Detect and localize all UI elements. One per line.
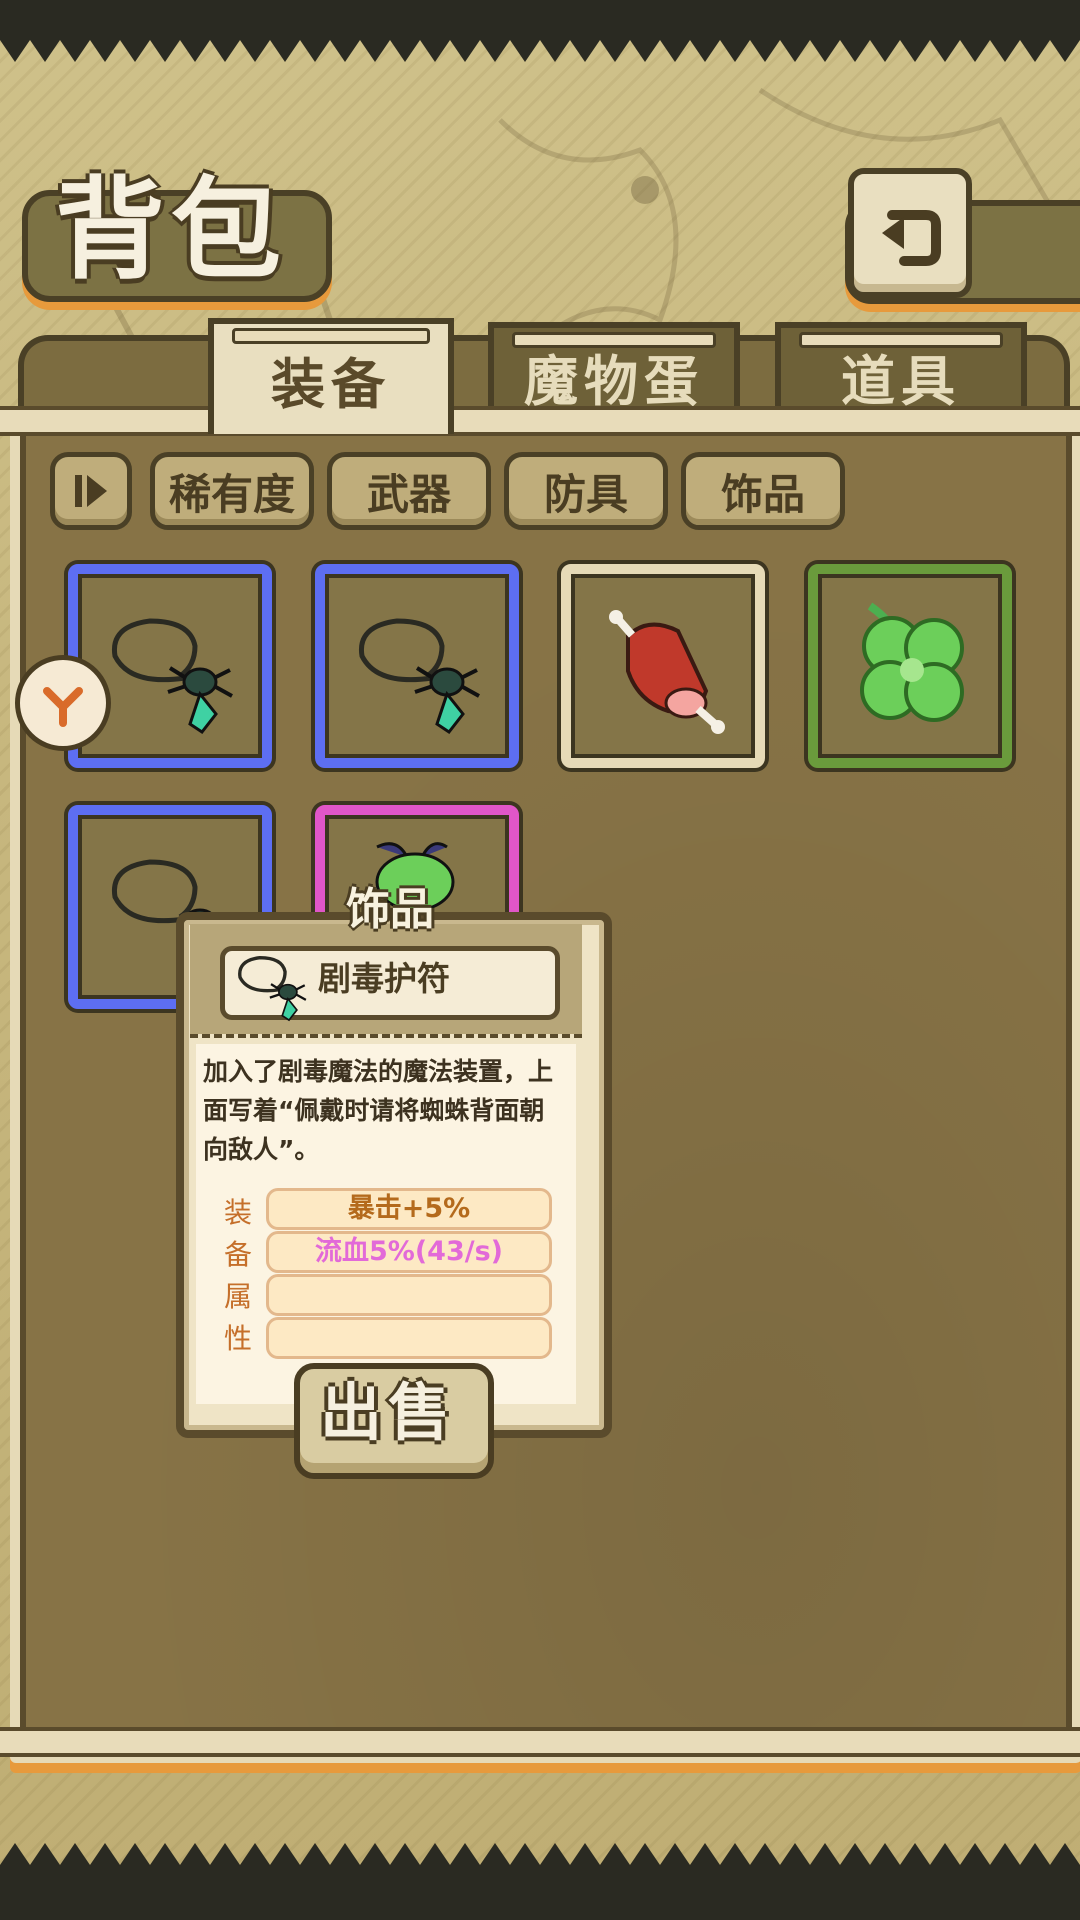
tab-label: 道具 [841, 348, 961, 413]
side-expand-button[interactable] [15, 655, 111, 751]
inventory-slot[interactable] [561, 564, 765, 768]
back-button[interactable] [848, 168, 972, 298]
inventory-slot[interactable] [808, 564, 1012, 768]
spider-amulet-icon [238, 955, 307, 1022]
tab-rail [799, 332, 1003, 348]
inventory-slot[interactable] [68, 564, 272, 768]
attribute-row: 暴击+5% [266, 1188, 552, 1230]
attribute-row [266, 1274, 552, 1316]
tab-equipment[interactable]: 装备 [208, 318, 454, 434]
tab-label: 魔物蛋 [524, 348, 704, 413]
return-arrow-icon [882, 210, 941, 266]
inventory-slot[interactable] [315, 564, 519, 768]
meat-icon [609, 610, 725, 734]
attribute-heading-char: 备 [223, 1238, 252, 1271]
tab-rail [512, 332, 716, 348]
four-leaf-clover-icon [860, 602, 964, 722]
spider-amulet-icon [111, 618, 233, 735]
tooltip-category: 饰品 [346, 884, 434, 935]
sell-button-label: 出售 [319, 1376, 456, 1449]
attribute-row: 流血5%(43/s) [266, 1231, 552, 1273]
spider-amulet-icon [358, 618, 480, 735]
filter-accessory-button[interactable]: 饰品 [681, 452, 845, 530]
torn-edge-bottom [0, 1843, 1080, 1920]
panel-bottom-rail [0, 1727, 1080, 1757]
attribute-heading-char: 性 [223, 1322, 252, 1355]
filter-toggle-button[interactable] [50, 452, 132, 530]
filter-armor-button[interactable]: 防具 [504, 452, 668, 530]
attribute-heading-char: 装 [223, 1196, 252, 1229]
backpack-screen: 背包 装备 魔物蛋 道具 稀有度 武器 防具 饰品 饰品 剧毒护符 加入了剧毒魔… [0, 0, 1080, 1920]
tab-rail [232, 328, 430, 344]
tooltip-item-name: 剧毒护符 [318, 959, 450, 998]
attribute-row [266, 1317, 552, 1359]
tooltip-description: 加入了剧毒魔法的魔法装置，上面写着“佩戴时请将蜘蛛背面朝向敌人”。 [203, 1057, 554, 1164]
filter-weapon-button[interactable]: 武器 [327, 452, 491, 530]
page-title: 背包 [55, 165, 287, 294]
panel-top-rail [0, 406, 1080, 436]
curved-arrow-icon [43, 687, 83, 727]
attribute-heading-char: 属 [223, 1280, 252, 1313]
tab-label: 装备 [271, 351, 391, 416]
filter-rarity-button[interactable]: 稀有度 [150, 452, 314, 530]
collapse-icon [75, 475, 107, 507]
